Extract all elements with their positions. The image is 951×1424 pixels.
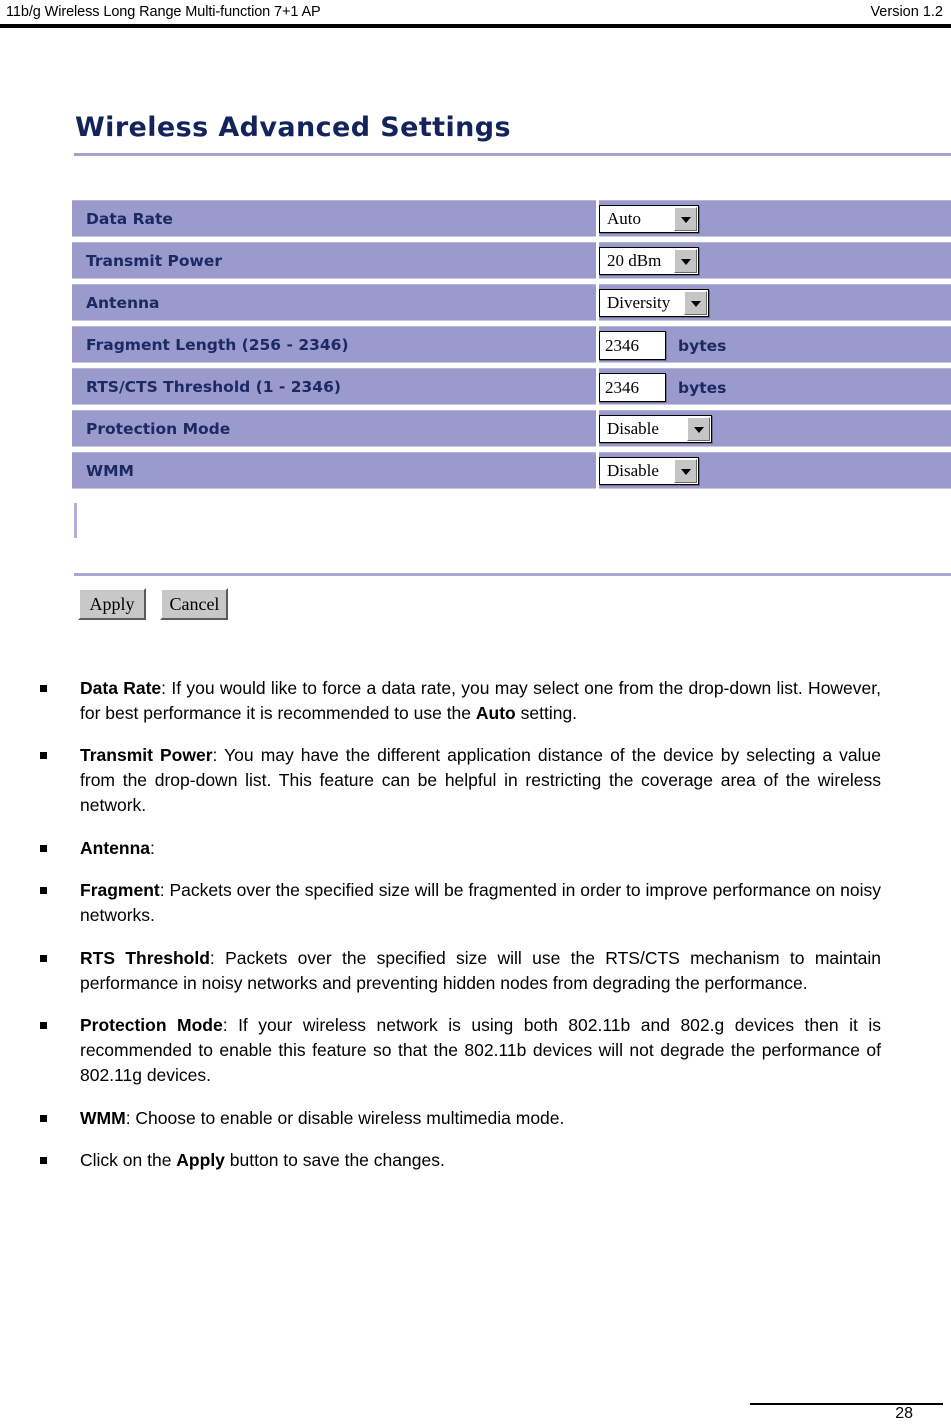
- settings-table: Data Rate Auto Transmit Power 20 dBm Antenna…: [72, 200, 951, 494]
- setting-label-cell: Fragment Length (256 - 2346): [72, 326, 596, 363]
- chevron-down-icon[interactable]: [684, 291, 707, 315]
- description-tail: button to save the changes.: [224, 1150, 445, 1170]
- description-term: Antenna: [80, 837, 150, 858]
- description-tail: setting.: [515, 702, 578, 723]
- setting-label-cell: Antenna: [72, 284, 596, 321]
- select-value: Disable: [607, 419, 659, 438]
- setting-select[interactable]: Auto: [599, 205, 699, 233]
- unit-label: bytes: [678, 336, 727, 355]
- wireless-advanced-settings-screenshot: Wireless Advanced Settings Data Rate Auto…: [0, 90, 951, 635]
- settings-row: Fragment Length (256 - 2346) 2346 bytes: [72, 326, 951, 363]
- description-bullet: Fragment: Packets over the specified siz…: [0, 878, 951, 928]
- page-number: 28: [895, 1405, 913, 1422]
- chevron-down-icon[interactable]: [674, 249, 697, 273]
- cancel-button[interactable]: Cancel: [160, 588, 229, 620]
- setting-control: Disable: [599, 415, 712, 443]
- setting-label-cell: Transmit Power: [72, 242, 596, 279]
- setting-label: RTS/CTS Threshold (1 - 2346): [86, 378, 341, 396]
- description-text: Click on the: [80, 1150, 177, 1170]
- setting-value-cell: Diversity: [599, 284, 951, 321]
- setting-label-cell: RTS/CTS Threshold (1 - 2346): [72, 368, 596, 405]
- setting-control: Disable: [599, 457, 699, 485]
- description-text: : Packets over the specified size will b…: [80, 880, 881, 925]
- setting-text-input[interactable]: 2346: [599, 331, 666, 360]
- settings-row: Antenna Diversity: [72, 284, 951, 321]
- setting-select[interactable]: 20 dBm: [599, 247, 699, 275]
- running-header: 11b/g Wireless Long Range Multi-function…: [0, 0, 951, 26]
- description-bullet: Protection Mode: If your wireless networ…: [0, 1013, 951, 1088]
- settings-row: Protection Mode Disable: [72, 410, 951, 447]
- settings-row: Transmit Power 20 dBm: [72, 242, 951, 279]
- description-bullet: Click on the Apply button to save the ch…: [0, 1148, 951, 1173]
- description-emphasis: Auto: [475, 702, 516, 723]
- select-value: Diversity: [607, 293, 671, 312]
- description-bullet: Data Rate: If you would like to force a …: [0, 676, 951, 726]
- setting-value-cell: 20 dBm: [599, 242, 951, 279]
- setting-select[interactable]: Disable: [599, 415, 712, 443]
- chevron-down-icon[interactable]: [687, 417, 710, 441]
- description-term: WMM: [80, 1107, 126, 1128]
- setting-select[interactable]: Diversity: [599, 289, 709, 317]
- setting-control: Auto: [599, 205, 699, 233]
- setting-label-cell: Protection Mode: [72, 410, 596, 447]
- select-value: Disable: [607, 461, 659, 480]
- setting-control: 2346 bytes: [599, 331, 726, 360]
- setting-label: Protection Mode: [86, 420, 231, 438]
- settings-row: WMM Disable: [72, 452, 951, 489]
- form-actions: Apply Cancel: [78, 588, 238, 620]
- setting-value-cell: 2346 bytes: [599, 368, 951, 405]
- header-document-title: 11b/g Wireless Long Range Multi-function…: [6, 4, 321, 20]
- description-bullet: WMM: Choose to enable or disable wireles…: [0, 1106, 951, 1131]
- header-version: Version 1.2: [870, 4, 943, 20]
- setting-text-input[interactable]: 2346: [599, 373, 666, 402]
- description-term: Protection Mode: [80, 1015, 223, 1035]
- chevron-down-icon[interactable]: [674, 207, 697, 231]
- setting-control: 2346 bytes: [599, 373, 726, 402]
- table-tail-marker: [74, 503, 77, 538]
- title-divider: [74, 153, 951, 156]
- setting-label: WMM: [86, 462, 134, 480]
- setting-value-cell: Auto: [599, 200, 951, 237]
- settings-row: Data Rate Auto: [72, 200, 951, 237]
- setting-label: Data Rate: [86, 210, 173, 228]
- setting-control: 20 dBm: [599, 247, 699, 275]
- description-term: Fragment: [80, 880, 160, 900]
- setting-value-cell: Disable: [599, 410, 951, 447]
- description-bullet: Transmit Power: You may have the differe…: [0, 743, 951, 818]
- select-value: Auto: [607, 209, 641, 228]
- setting-select[interactable]: Disable: [599, 457, 699, 485]
- button-section-divider: [74, 573, 951, 576]
- page-title: Wireless Advanced Settings: [75, 112, 511, 143]
- settings-description-list: Data Rate: If you would like to force a …: [0, 658, 951, 1173]
- footer-divider: [750, 1403, 943, 1405]
- setting-label-cell: Data Rate: [72, 200, 596, 237]
- description-bullet: Antenna:: [0, 836, 951, 861]
- settings-row: RTS/CTS Threshold (1 - 2346) 2346 bytes: [72, 368, 951, 405]
- chevron-down-icon[interactable]: [674, 459, 697, 483]
- apply-button[interactable]: Apply: [78, 588, 146, 620]
- description-text: :: [150, 837, 155, 858]
- setting-label: Fragment Length (256 - 2346): [86, 336, 349, 354]
- setting-label: Transmit Power: [86, 252, 222, 270]
- description-emphasis: Apply: [176, 1150, 225, 1170]
- description-text: : Choose to enable or disable wireless m…: [125, 1107, 565, 1128]
- unit-label: bytes: [678, 378, 727, 397]
- setting-value-cell: Disable: [599, 452, 951, 489]
- setting-value-cell: 2346 bytes: [599, 326, 951, 363]
- description-term: Transmit Power: [80, 745, 213, 765]
- description-term: Data Rate: [80, 677, 162, 698]
- description-bullet: RTS Threshold: Packets over the specifie…: [0, 946, 951, 996]
- setting-label: Antenna: [86, 294, 160, 312]
- setting-label-cell: WMM: [72, 452, 596, 489]
- description-term: RTS Threshold: [80, 947, 210, 968]
- header-divider: [0, 24, 951, 28]
- select-value: 20 dBm: [607, 251, 662, 270]
- setting-control: Diversity: [599, 289, 709, 317]
